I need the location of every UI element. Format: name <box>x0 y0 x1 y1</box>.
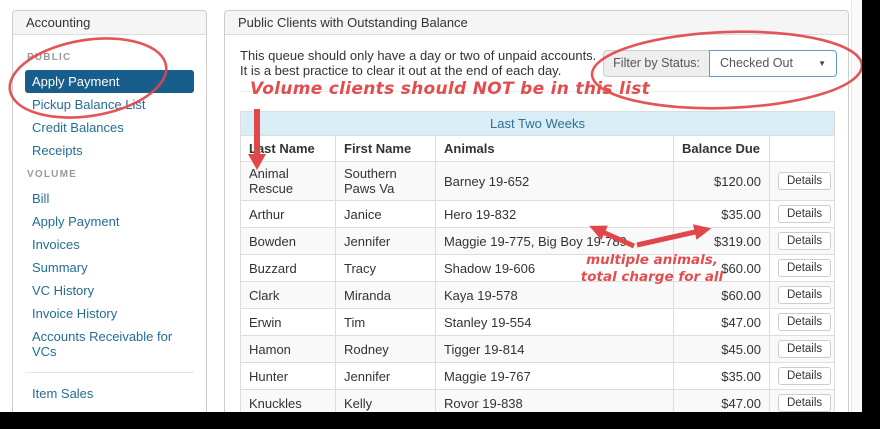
table-row: Erwin Tim Stanley 19-554 $47.00 Details <box>241 309 835 336</box>
column-header-animals: Animals <box>436 136 674 162</box>
sidebar-item-invoices[interactable]: Invoices <box>25 233 194 256</box>
outstanding-balance-panel: Public Clients with Outstanding Balance … <box>224 10 849 412</box>
status-filter-label: Filter by Status: <box>603 50 709 77</box>
cell-first-name: Jennifer <box>336 363 436 390</box>
cell-first-name: Tim <box>336 309 436 336</box>
cell-animals: Maggie 19-775, Big Boy 19-789 <box>436 228 674 255</box>
cell-balance-due: $120.00 <box>674 162 770 201</box>
table-row: Bowden Jennifer Maggie 19-775, Big Boy 1… <box>241 228 835 255</box>
sidebar-item-pickup-balance-list[interactable]: Pickup Balance List <box>25 93 194 116</box>
cell-first-name: Kelly <box>336 390 436 413</box>
column-header-actions <box>770 136 835 162</box>
details-button[interactable]: Details <box>778 367 831 385</box>
column-header-first-name: First Name <box>336 136 436 162</box>
sidebar-nav: PUBLIC Apply Payment Pickup Balance List… <box>13 35 206 412</box>
sidebar-item-receipts[interactable]: Receipts <box>25 139 194 162</box>
cell-balance-due: $45.00 <box>674 336 770 363</box>
cell-balance-due: $60.00 <box>674 255 770 282</box>
sidebar-item-invoice-history[interactable]: Invoice History <box>25 302 194 325</box>
details-button[interactable]: Details <box>778 205 831 223</box>
cell-balance-due: $47.00 <box>674 309 770 336</box>
panel-title: Public Clients with Outstanding Balance <box>225 11 848 35</box>
table-row: Arthur Janice Hero 19-832 $35.00 Details <box>241 201 835 228</box>
cell-last-name: Arthur <box>241 201 336 228</box>
table-row: Knuckles Kelly Rovor 19-838 $47.00 Detai… <box>241 390 835 413</box>
details-button[interactable]: Details <box>778 286 831 304</box>
cell-last-name: Buzzard <box>241 255 336 282</box>
sidebar-item-item-sales[interactable]: Item Sales <box>25 382 194 405</box>
table-band-row: Last Two Weeks <box>241 112 835 136</box>
sidebar-item-summary[interactable]: Summary <box>25 256 194 279</box>
sidebar-divider <box>25 372 194 373</box>
section-label-volume: VOLUME <box>27 170 192 180</box>
cell-first-name: Jennifer <box>336 228 436 255</box>
table-header-row: Last Name First Name Animals Balance Due <box>241 136 835 162</box>
sidebar-item-apply-payment-volume[interactable]: Apply Payment <box>25 210 194 233</box>
cell-first-name: Southern Paws Va <box>336 162 436 201</box>
status-select-value: Checked Out <box>720 57 793 70</box>
status-select[interactable]: Checked Out ▼ <box>709 50 837 77</box>
cell-animals: Stanley 19-554 <box>436 309 674 336</box>
cell-last-name: Animal Rescue <box>241 162 336 201</box>
cell-balance-due: $60.00 <box>674 282 770 309</box>
cell-animals: Kaya 19-578 <box>436 282 674 309</box>
cell-last-name: Hunter <box>241 363 336 390</box>
cell-balance-due: $35.00 <box>674 363 770 390</box>
table-row: Hunter Jennifer Maggie 19-767 $35.00 Det… <box>241 363 835 390</box>
table-band-title: Last Two Weeks <box>241 112 835 136</box>
details-button[interactable]: Details <box>778 313 831 331</box>
details-button[interactable]: Details <box>778 259 831 277</box>
cell-animals: Rovor 19-838 <box>436 390 674 413</box>
cell-last-name: Hamon <box>241 336 336 363</box>
cell-balance-due: $47.00 <box>674 390 770 413</box>
table-row: Hamon Rodney Tigger 19-814 $45.00 Detail… <box>241 336 835 363</box>
sidebar-title: Accounting <box>13 11 206 35</box>
panel-body: This queue should only have a day or two… <box>225 35 848 412</box>
details-button[interactable]: Details <box>778 394 831 412</box>
cell-last-name: Erwin <box>241 309 336 336</box>
sidebar-item-apply-payment-public[interactable]: Apply Payment <box>25 70 194 93</box>
cell-animals: Barney 19-652 <box>436 162 674 201</box>
cell-animals: Tigger 19-814 <box>436 336 674 363</box>
sidebar-item-accounts-receivable-vcs[interactable]: Accounts Receivable for VCs <box>25 325 194 363</box>
cell-first-name: Rodney <box>336 336 436 363</box>
cell-animals: Maggie 19-767 <box>436 363 674 390</box>
scrollbar-track[interactable] <box>851 0 862 412</box>
section-label-public: PUBLIC <box>27 53 192 63</box>
accounting-sidebar: Accounting PUBLIC Apply Payment Pickup B… <box>12 10 207 412</box>
chevron-down-icon: ▼ <box>818 57 826 70</box>
cell-balance-due: $35.00 <box>674 201 770 228</box>
table-row: Buzzard Tracy Shadow 19-606 $60.00 Detai… <box>241 255 835 282</box>
cell-animals: Shadow 19-606 <box>436 255 674 282</box>
cell-first-name: Janice <box>336 201 436 228</box>
cell-first-name: Tracy <box>336 255 436 282</box>
outstanding-balance-table: Last Two Weeks Last Name First Name Anim… <box>240 111 835 412</box>
column-header-balance-due: Balance Due <box>674 136 770 162</box>
cell-last-name: Clark <box>241 282 336 309</box>
cell-first-name: Miranda <box>336 282 436 309</box>
table-body: Animal Rescue Southern Paws Va Barney 19… <box>241 162 835 413</box>
sidebar-item-vc-history[interactable]: VC History <box>25 279 194 302</box>
cell-last-name: Knuckles <box>241 390 336 413</box>
cell-animals: Hero 19-832 <box>436 201 674 228</box>
status-filter-group: Filter by Status: Checked Out ▼ <box>603 50 837 77</box>
details-button[interactable]: Details <box>778 340 831 358</box>
details-button[interactable]: Details <box>778 232 831 250</box>
sidebar-item-credit-balances[interactable]: Credit Balances <box>25 116 194 139</box>
column-header-last-name: Last Name <box>241 136 336 162</box>
divider <box>240 91 835 92</box>
table-row: Clark Miranda Kaya 19-578 $60.00 Details <box>241 282 835 309</box>
app-screen: Accounting PUBLIC Apply Payment Pickup B… <box>0 0 862 412</box>
cell-last-name: Bowden <box>241 228 336 255</box>
table-row: Animal Rescue Southern Paws Va Barney 19… <box>241 162 835 201</box>
cell-balance-due: $319.00 <box>674 228 770 255</box>
sidebar-item-bill[interactable]: Bill <box>25 187 194 210</box>
details-button[interactable]: Details <box>778 172 831 190</box>
